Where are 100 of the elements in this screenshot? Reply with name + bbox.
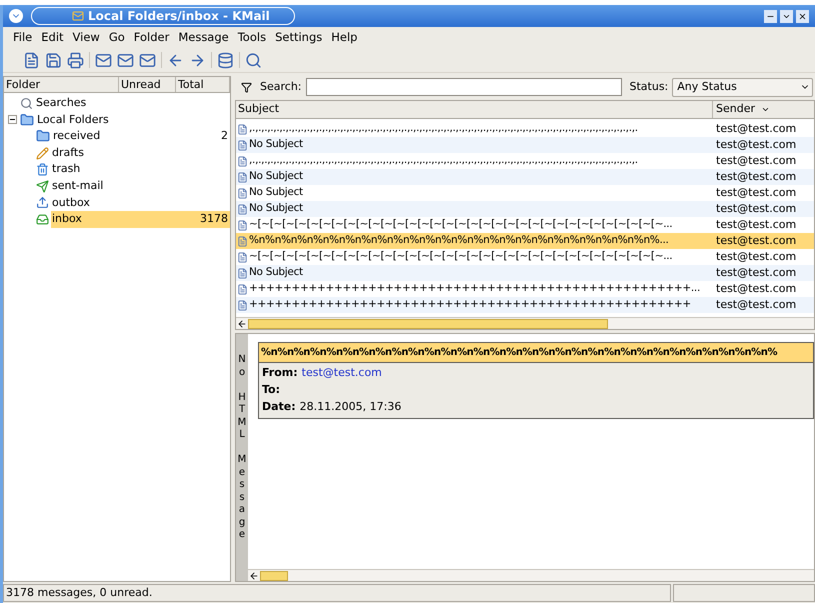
sender-text: test@test.com bbox=[715, 120, 796, 137]
message-icon bbox=[237, 252, 248, 262]
menu-item[interactable]: Edit bbox=[41, 28, 64, 46]
subject-text: No Subject bbox=[249, 185, 303, 200]
column-header[interactable]: Total bbox=[176, 77, 230, 92]
folder-name[interactable]: outbox bbox=[51, 194, 190, 212]
field-label: From: bbox=[262, 365, 298, 382]
message-row[interactable]: ++++++++++++++++++++++++++++++++++++++++++++++++++++ test@test.com bbox=[236, 297, 814, 313]
menu-item[interactable]: Go bbox=[108, 28, 125, 46]
folder-name[interactable]: received bbox=[52, 128, 190, 145]
field-value: 28.11.2005, 17:36 bbox=[300, 399, 402, 416]
search-label: Search: bbox=[260, 78, 302, 95]
app-icon bbox=[72, 10, 84, 22]
search-icon bbox=[20, 96, 33, 110]
menu-item[interactable]: Help bbox=[331, 28, 358, 46]
print-icon[interactable] bbox=[67, 52, 84, 68]
message-row[interactable]: No Subject test@test.com bbox=[236, 265, 814, 281]
message-row[interactable]: No Subject test@test.com bbox=[236, 201, 814, 217]
mail-icon[interactable] bbox=[117, 52, 134, 68]
folder-icon bbox=[36, 129, 50, 144]
mail-icon[interactable] bbox=[139, 52, 156, 68]
message-icon bbox=[237, 204, 248, 214]
trash-icon bbox=[36, 163, 49, 176]
horizontal-scrollbar[interactable] bbox=[248, 569, 814, 581]
menu-item[interactable]: Settings bbox=[275, 28, 322, 46]
subject-text: ,.,.,.,.,.,.,.,.,.,.,.,.,.,.,.,.,.,.,.,.,.,.,.,.,.,.,.,.,.,.,.,.,.,.,.,.,.,.,.,.,.,.,.,.,.,.,.,.,.,.,.,.,.,.,.,.,.,.,.,.,.,.,.,. bbox=[249, 121, 638, 136]
menu-item[interactable]: Folder bbox=[134, 28, 170, 46]
sender-text: test@test.com bbox=[715, 232, 796, 249]
message-icon bbox=[237, 268, 248, 278]
message-icon bbox=[237, 300, 248, 310]
search-field[interactable] bbox=[306, 78, 622, 96]
menu-item[interactable]: Tools bbox=[238, 28, 266, 46]
status-dropdown[interactable]: Any Status bbox=[672, 78, 813, 96]
field-label: To: bbox=[262, 382, 280, 398]
message-row[interactable]: No Subject test@test.com bbox=[236, 169, 814, 185]
subject-text: %n%n%n%n%n%n%n%n%n%n%n%n%n%n%n%n%n%n%n%n%n%n%n%n%n%... bbox=[249, 233, 669, 248]
scroll-thumb[interactable] bbox=[248, 318, 608, 328]
subject-text: No Subject bbox=[249, 265, 303, 280]
minimize-button[interactable] bbox=[764, 10, 777, 22]
send-icon bbox=[36, 180, 49, 193]
new-message-icon[interactable] bbox=[23, 52, 40, 68]
vertical-label: No HTML Message bbox=[236, 334, 248, 581]
sender-text: test@test.com bbox=[715, 184, 796, 201]
mail-icon[interactable] bbox=[95, 52, 112, 68]
sender-text: test@test.com bbox=[715, 248, 796, 265]
close-button[interactable] bbox=[796, 10, 809, 22]
message-icon bbox=[237, 236, 248, 246]
column-header[interactable]: Subject bbox=[236, 101, 713, 118]
cylinder-icon[interactable] bbox=[217, 52, 234, 68]
message-row[interactable]: %n%n%n%n%n%n%n%n%n%n%n%n%n%n%n%n%n%n%n%n%n%n%n%n%n%... test@test.com bbox=[236, 233, 814, 249]
save-icon[interactable] bbox=[45, 52, 62, 68]
message-icon bbox=[237, 124, 248, 134]
window-title: Local Folders/inbox - KMail bbox=[88, 8, 270, 25]
folder-name[interactable]: sent-mail bbox=[51, 178, 190, 195]
column-header[interactable]: Sender bbox=[713, 101, 814, 118]
folder-name[interactable]: trash bbox=[51, 161, 190, 178]
subject-text: ++++++++++++++++++++++++++++++++++++++++++++++++++++... bbox=[249, 281, 700, 296]
subject-text: ++++++++++++++++++++++++++++++++++++++++++++++++++++ bbox=[249, 297, 691, 312]
horizontal-scrollbar[interactable] bbox=[236, 317, 814, 329]
window-menu-button[interactable] bbox=[9, 9, 23, 23]
message-icon bbox=[237, 220, 248, 230]
message-icon bbox=[237, 172, 248, 182]
scroll-left-icon[interactable] bbox=[249, 570, 259, 580]
folder-name[interactable]: drafts bbox=[51, 144, 190, 162]
subject-text: No Subject bbox=[249, 201, 303, 216]
subject-text: No Subject bbox=[249, 169, 303, 184]
sender-text: test@test.com bbox=[715, 168, 796, 185]
subject-text: ~[~[~[~[~[~[~[~[~[~[~[~[~[~[~[~[~[~[~[~[~[~[~[~[~[~[~[~[~[~[~[~[~[~... bbox=[249, 249, 672, 264]
search-icon[interactable] bbox=[245, 52, 262, 68]
column-header[interactable]: Folder bbox=[4, 77, 119, 92]
scroll-thumb[interactable] bbox=[260, 570, 288, 580]
message-icon bbox=[237, 140, 248, 150]
sender-text: test@test.com bbox=[715, 264, 796, 281]
sender-text: test@test.com bbox=[715, 216, 796, 233]
message-icon bbox=[237, 284, 248, 294]
folder-name[interactable]: Local Folders bbox=[36, 112, 190, 128]
folder-name[interactable]: Searches bbox=[35, 95, 190, 112]
email-link[interactable]: test@test.com bbox=[302, 365, 382, 382]
total-count: 3178 bbox=[190, 211, 230, 228]
inbox-icon bbox=[36, 212, 49, 226]
collapse-icon[interactable] bbox=[8, 115, 17, 124]
close-icon bbox=[798, 12, 807, 20]
folder-name[interactable]: inbox bbox=[51, 211, 190, 228]
message-subject: %n%n%n%n%n%n%n%n%n%n%n%n%n%n%n%n%n%n%n%n%n%n%n%n%n%n%n%n%n%n%n% bbox=[259, 343, 813, 363]
scroll-left-icon[interactable] bbox=[237, 318, 247, 328]
maximize-button[interactable] bbox=[780, 10, 793, 22]
sender-text: test@test.com bbox=[715, 200, 796, 217]
menu-item[interactable]: View bbox=[72, 28, 100, 46]
subject-text: ~[~[~[~[~[~[~[~[~[~[~[~[~[~[~[~[~[~[~[~[~[~[~[~[~[~[~[~[~[~[~[~[~[~... bbox=[249, 217, 672, 232]
folder-icon bbox=[20, 112, 34, 127]
field-label: Date: bbox=[262, 399, 296, 416]
menu-item[interactable]: Message bbox=[178, 28, 229, 46]
column-header[interactable]: Unread bbox=[119, 77, 176, 92]
message-icon bbox=[237, 156, 248, 166]
status-label: Status: bbox=[630, 78, 668, 95]
menu-item[interactable]: File bbox=[13, 28, 32, 46]
subject-text: No Subject bbox=[249, 137, 303, 152]
pencil-icon bbox=[36, 146, 49, 160]
message-row[interactable]: No Subject test@test.com bbox=[236, 137, 814, 153]
sender-text: test@test.com bbox=[715, 136, 796, 153]
